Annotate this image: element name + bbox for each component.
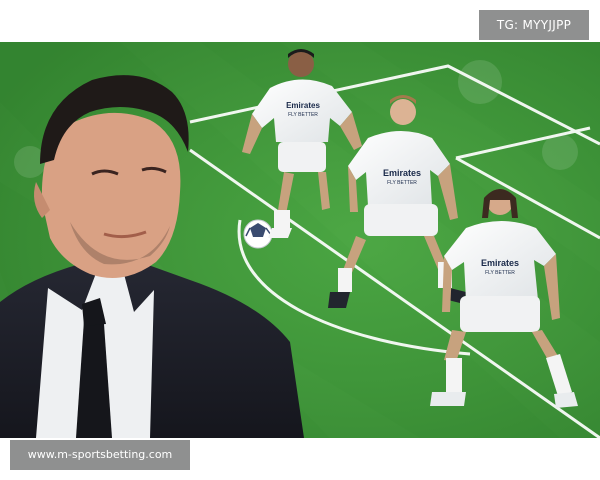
website-watermark-badge: www.m-sportsbetting.com bbox=[10, 440, 190, 470]
photo-frame: Emirates FLY BETTER Emirates FLY BETTER bbox=[0, 0, 600, 480]
player-1-sponsor-sub: FLY BETTER bbox=[288, 112, 318, 118]
face bbox=[41, 112, 181, 278]
pitch-canvas: Emirates FLY BETTER Emirates FLY BETTER bbox=[0, 42, 600, 438]
player-1-sponsor: Emirates bbox=[286, 101, 320, 110]
player-2-sponsor: Emirates bbox=[383, 168, 421, 178]
tactics-pitch-illustration: Emirates FLY BETTER Emirates FLY BETTER bbox=[0, 42, 600, 438]
player-3-sponsor: Emirates bbox=[481, 258, 519, 268]
player-3-sponsor-sub: FLY BETTER bbox=[485, 270, 515, 276]
football bbox=[243, 219, 273, 249]
telegram-tag-badge: TG: MYYJJPP bbox=[479, 10, 589, 40]
player-2-sponsor-sub: FLY BETTER bbox=[387, 180, 417, 186]
